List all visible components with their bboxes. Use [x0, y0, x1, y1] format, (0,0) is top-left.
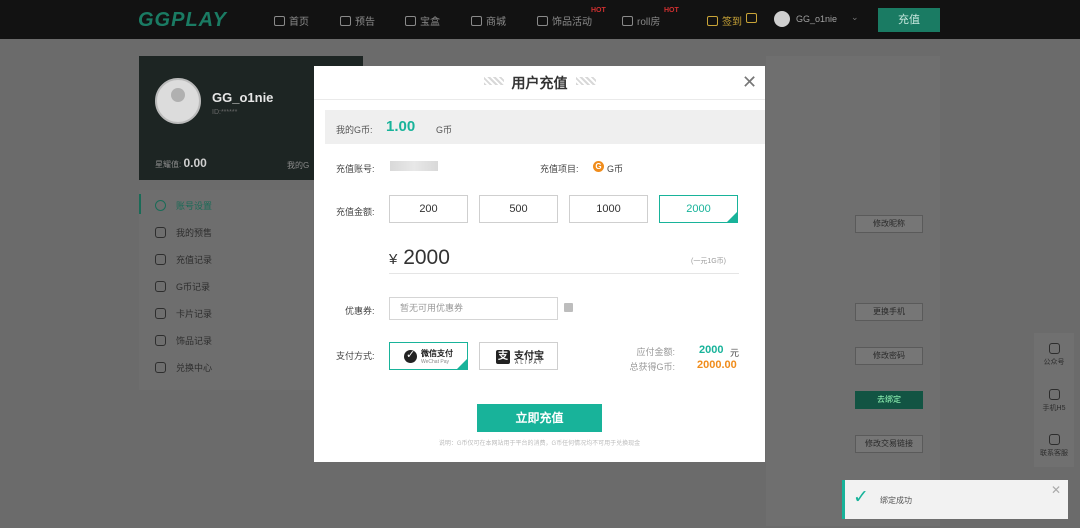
card-record-icon	[155, 308, 166, 319]
divider	[314, 99, 765, 100]
wechat-official-button[interactable]: 公众号	[1034, 343, 1074, 367]
account-label: 充值账号:	[336, 164, 375, 174]
balance-bar: 我的G币: 1.00 G币	[325, 110, 765, 144]
edit-trade-link-button[interactable]: 修改交易链接	[855, 435, 923, 453]
check-icon: ✓	[853, 487, 869, 508]
amount-option-200[interactable]: 200	[389, 195, 468, 223]
change-password-button[interactable]: 修改密码	[855, 347, 923, 365]
message-button[interactable]	[746, 13, 757, 23]
sidebar-item-coin-record[interactable]: G币记录	[155, 280, 210, 293]
payable-value: 2000	[699, 344, 724, 356]
settings-icon	[155, 200, 166, 211]
close-icon[interactable]: ✕	[742, 72, 757, 93]
nav-checkin[interactable]: 签到	[707, 13, 742, 28]
amount-value: 2000	[403, 246, 450, 269]
wechat-pay-icon	[404, 348, 417, 363]
nav-box[interactable]: 宝盒	[405, 13, 440, 28]
pay-method-label: 支付方式:	[336, 351, 375, 361]
my-g-label: 我的G	[287, 161, 310, 170]
headset-icon	[1048, 434, 1060, 445]
active-indicator	[139, 194, 141, 214]
top-navbar: GGPLAY 首页 预告 宝盒 商城 饰品活动 HOT roll房 HOT 签到…	[0, 0, 1080, 39]
payable-label: 应付金额:	[636, 347, 675, 357]
message-icon	[746, 13, 757, 23]
nav-roll[interactable]: roll房	[622, 13, 660, 28]
hot-badge: HOT	[664, 7, 679, 14]
wechat-icon	[1048, 343, 1060, 354]
sidebar-item-exchange[interactable]: 兑换中心	[155, 361, 212, 374]
rate-note: (一元1G币)	[691, 258, 726, 265]
sidebar-item-presale[interactable]: 我的预售	[155, 226, 212, 239]
star-value: 星耀值: 0.00	[155, 156, 207, 170]
recharge-button[interactable]: 充值	[878, 8, 940, 32]
hot-badge: HOT	[591, 7, 606, 14]
amount-input[interactable]: ¥ 2000	[389, 246, 450, 270]
nav-preview[interactable]: 预告	[340, 13, 375, 28]
alipay-option[interactable]: 支 支付宝 ALIPAY	[479, 342, 558, 370]
item-value: G币	[607, 164, 624, 174]
item-label: 充值项目:	[540, 164, 579, 174]
balance-value: 1.00	[386, 118, 416, 135]
payable-unit: 元	[730, 348, 740, 358]
sidebar-item-card-record[interactable]: 卡片记录	[155, 307, 212, 320]
customer-service-button[interactable]: 联系客服	[1034, 434, 1074, 458]
user-avatar[interactable]	[774, 11, 790, 27]
gift-icon	[537, 15, 548, 26]
account-value-masked	[390, 161, 438, 171]
sidebar-item-recharge-record[interactable]: 充值记录	[155, 253, 212, 266]
roll-icon	[622, 15, 633, 26]
modal-title: 用户充值	[511, 75, 568, 91]
exchange-icon	[155, 362, 166, 373]
coin-icon: G	[593, 161, 604, 172]
recharge-record-icon	[155, 254, 166, 265]
amount-option-2000[interactable]: 2000	[659, 195, 738, 223]
alipay-icon: 支	[496, 350, 510, 364]
nav-store[interactable]: 商城	[471, 13, 506, 28]
wechat-pay-option[interactable]: 微信支付 WeChat Pay	[389, 342, 468, 370]
coin-record-icon	[155, 281, 166, 292]
checkin-icon	[707, 15, 718, 26]
nav-item-activity[interactable]: 饰品活动	[537, 13, 592, 28]
sidebar-item-account-settings[interactable]: 账号设置	[155, 199, 212, 212]
box-icon	[405, 15, 416, 26]
avatar	[155, 78, 201, 124]
title-decoration-right	[576, 77, 596, 85]
amount-label: 充值金额:	[336, 207, 375, 217]
nav-home[interactable]: 首页	[274, 13, 309, 28]
sidebar-item-item-record[interactable]: 饰品记录	[155, 334, 212, 347]
recharge-submit-button[interactable]: 立即充值	[477, 404, 602, 432]
coupon-dropdown-icon[interactable]	[564, 303, 573, 312]
bind-button[interactable]: 去绑定	[855, 391, 923, 409]
balance-unit: G币	[436, 125, 453, 135]
item-record-icon	[155, 335, 166, 346]
total-coin-label: 总获得G币:	[629, 362, 675, 372]
success-toast: ✓ 绑定成功 ✕	[842, 480, 1068, 519]
total-coin-value: 2000.00	[697, 359, 737, 371]
amount-underline	[389, 273, 739, 274]
profile-id: ID:******	[212, 109, 238, 116]
coupon-label: 优惠券:	[345, 306, 375, 316]
coupon-select[interactable]: 暂无可用优惠券	[389, 297, 558, 320]
recharge-modal: 用户充值 ✕ 我的G币: 1.00 G币 充值账号: 充值项目: G G币 充值…	[314, 66, 765, 462]
phone-icon	[1048, 389, 1060, 400]
presale-icon	[155, 227, 166, 238]
profile-name: GG_o1nie	[212, 90, 274, 105]
nav-username[interactable]: GG_o1nie	[796, 14, 837, 24]
amount-option-1000[interactable]: 1000	[569, 195, 648, 223]
home-icon	[274, 15, 285, 26]
edit-nickname-button[interactable]: 修改昵称	[855, 215, 923, 233]
logo[interactable]: GGPLAY	[138, 9, 227, 32]
amount-option-500[interactable]: 500	[479, 195, 558, 223]
store-icon	[471, 15, 482, 26]
mobile-h5-button[interactable]: 手机H5	[1034, 389, 1074, 413]
footnote: 说明：G币仅可在本网站用于平台的消费，G币任何情况均不可用于兑换现金	[438, 441, 641, 447]
toast-message: 绑定成功	[880, 496, 912, 505]
change-phone-button[interactable]: 更换手机	[855, 303, 923, 321]
close-icon[interactable]: ✕	[1051, 483, 1061, 497]
balance-label: 我的G币:	[336, 125, 373, 135]
chevron-down-icon[interactable]: ⌄	[851, 12, 859, 23]
settings-panel	[766, 56, 940, 526]
currency-symbol: ¥	[389, 251, 398, 268]
preview-icon	[340, 15, 351, 26]
